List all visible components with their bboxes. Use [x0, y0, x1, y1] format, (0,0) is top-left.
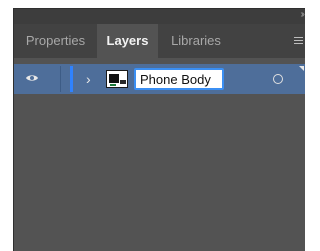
layer-name-input[interactable]	[134, 68, 224, 90]
chevron-right-icon[interactable]: ›	[86, 70, 91, 88]
selection-corner-icon	[299, 66, 304, 71]
layers-panel: ›› Properties Layers Libraries ›	[13, 8, 305, 251]
layer-row[interactable]: ›	[14, 64, 305, 94]
tab-layers[interactable]: Layers	[97, 24, 158, 58]
tab-properties[interactable]: Properties	[14, 24, 97, 58]
tab-libraries[interactable]: Libraries	[158, 24, 234, 58]
panel-tab-bar: Properties Layers Libraries	[14, 24, 305, 58]
eye-visibility-icon[interactable]	[25, 73, 39, 83]
target-circle-icon[interactable]	[273, 74, 283, 84]
row-divider	[60, 66, 61, 92]
layer-color-bar	[70, 66, 73, 92]
panel-menu-icon[interactable]	[294, 37, 303, 45]
panel-title-strip: ››	[14, 9, 305, 24]
collapse-panel-icon[interactable]: ››	[300, 9, 304, 20]
layer-thumbnail	[106, 70, 128, 88]
